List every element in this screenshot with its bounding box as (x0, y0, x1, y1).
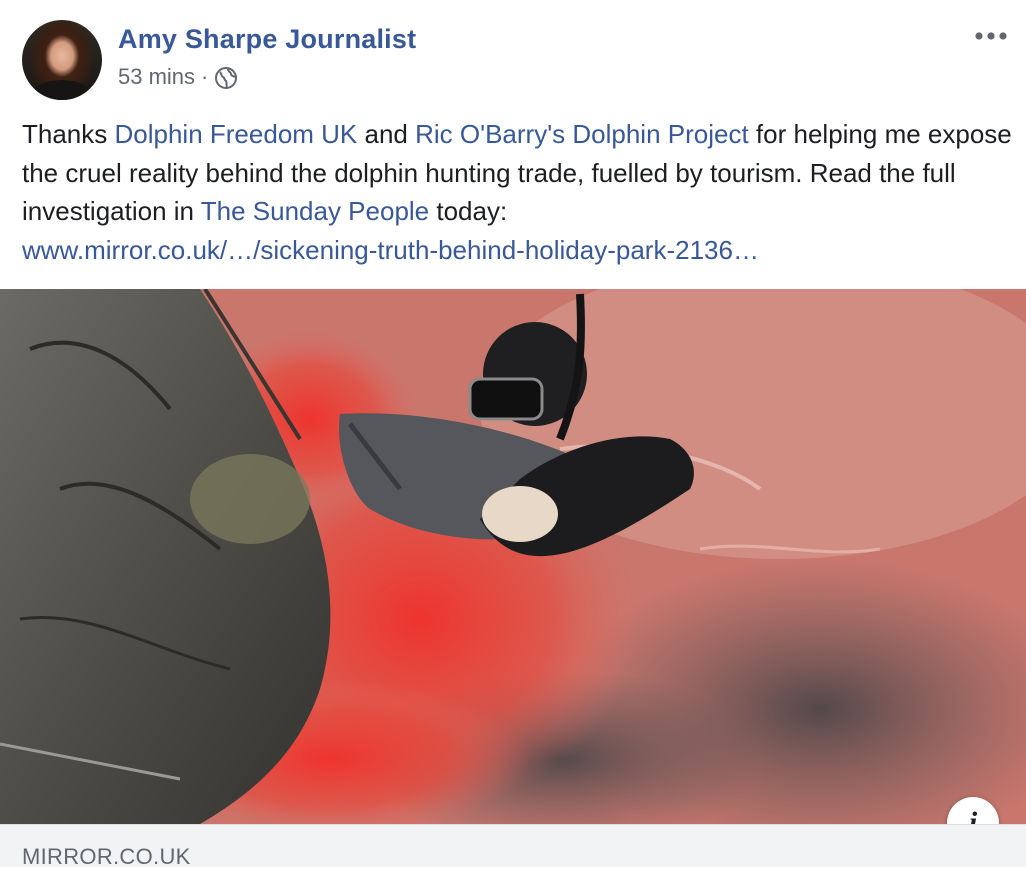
globe-icon[interactable] (214, 66, 238, 90)
post-body: Thanks Dolphin Freedom UK and Ric O'Barr… (22, 115, 1012, 269)
avatar-shoulders (30, 80, 94, 100)
post-text-segment: and (357, 119, 416, 149)
author-name-link[interactable]: Amy Sharpe Journalist (118, 24, 416, 55)
link-preview-domain: MIRROR.CO.UK (22, 844, 191, 869)
post-timestamp[interactable]: 53 mins (118, 64, 195, 90)
article-url-link[interactable]: www.mirror.co.uk/…/sickening-truth-behin… (22, 235, 759, 265)
meta-separator: · (201, 64, 209, 89)
link-preview-image[interactable] (0, 289, 1026, 824)
mention-sunday-people[interactable]: The Sunday People (201, 196, 429, 226)
post-text-segment: Thanks (22, 119, 115, 149)
post-meta: 53 mins · (118, 64, 238, 90)
mention-dolphin-freedom-uk[interactable]: Dolphin Freedom UK (115, 119, 358, 149)
author-avatar[interactable] (22, 20, 102, 100)
more-options-icon[interactable] (974, 24, 1008, 48)
mention-dolphin-project[interactable]: Ric O'Barry's Dolphin Project (415, 119, 749, 149)
preview-photo-illustration (0, 289, 1026, 824)
post-text-segment: today: (429, 196, 508, 226)
